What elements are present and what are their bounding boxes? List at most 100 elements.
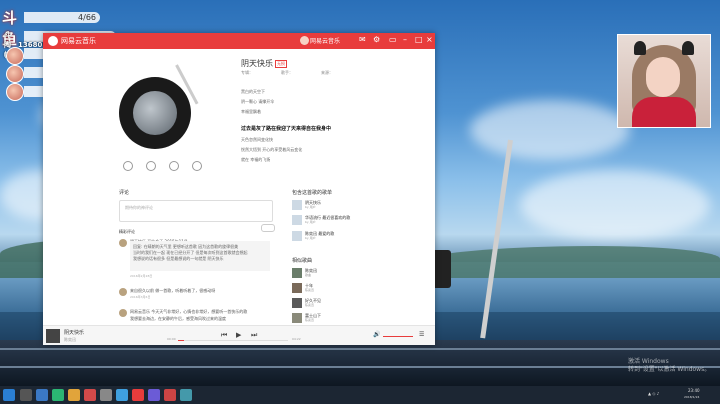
prev-icon[interactable]: ⏮ — [221, 331, 227, 340]
comment-input[interactable]: 期待你的神评论 — [119, 200, 273, 222]
cloud — [470, 100, 630, 160]
now-playing-title: 阴天快乐 — [64, 330, 85, 336]
album-art — [133, 91, 177, 135]
song-thumb — [292, 313, 302, 323]
playlist-thumb — [292, 231, 302, 241]
lyric-line: 就在 幸福的飞扬 — [241, 157, 271, 162]
collect-icon[interactable] — [146, 161, 156, 171]
song-thumb — [292, 268, 302, 278]
comments-title: 评论 — [119, 190, 130, 196]
playlist-item[interactable]: 华语流行 最近很喜欢的歌 by 用户 — [292, 215, 392, 225]
commenter-avatar[interactable] — [119, 309, 127, 317]
play-icon[interactable]: ▶ — [236, 331, 241, 339]
avatar — [6, 47, 24, 65]
singer-label: 歌手： — [281, 70, 293, 75]
app-icon[interactable] — [100, 389, 112, 401]
similar-songs-title: 相似歌曲 — [292, 258, 313, 264]
app-icon[interactable] — [164, 389, 176, 401]
song-item[interactable]: 好久不见 陈奕迅 — [292, 298, 392, 308]
app-icon[interactable] — [180, 389, 192, 401]
song-thumb — [292, 283, 302, 293]
close-icon[interactable]: × — [426, 35, 433, 44]
avatar — [6, 65, 24, 83]
quality-badge: 无损 — [275, 60, 287, 68]
song-title: 阴天快乐 — [241, 59, 273, 68]
commenter-avatar[interactable] — [119, 239, 127, 247]
player-bar[interactable]: 阴天快乐 陈奕迅 ⏮ ▶ ⏭ 00:00 04:22 🔊 ☰ — [43, 325, 435, 345]
webcam-view — [617, 34, 711, 128]
time-current: 00:00 — [167, 337, 176, 341]
commenter-avatar[interactable] — [119, 288, 127, 296]
activation-watermark: 激活 Windows 转到"设置"以激活 Windows。 — [628, 358, 710, 374]
hot-comments-title: 精彩评论 — [119, 229, 135, 234]
playlist-thumb — [292, 200, 302, 210]
comment-placeholder: 期待你的神评论 — [125, 205, 153, 210]
playlist-item[interactable]: 阴天快乐 by 用户 — [292, 200, 392, 210]
song-item[interactable]: 富士山下 陈奕迅 — [292, 313, 392, 323]
settings-icon[interactable]: ⚙ — [373, 35, 380, 44]
maximize-icon[interactable]: □ — [415, 35, 423, 44]
app-icon[interactable] — [116, 389, 128, 401]
clock-date[interactable]: 2018/1/24 — [684, 395, 699, 399]
playlist-icon[interactable]: ☰ — [419, 331, 424, 338]
now-playing-artist: 陈奕迅 — [64, 337, 76, 342]
tray-icons[interactable]: ▲ ◇ ♪ — [648, 391, 659, 396]
app-icon[interactable] — [52, 389, 64, 401]
share-icon[interactable] — [192, 161, 202, 171]
vinyl-disc — [119, 77, 191, 149]
download-icon[interactable] — [169, 161, 179, 171]
comment-text: 我想要去海边，在安静的午后，感受海风吹过来的温度 — [130, 316, 226, 321]
music-player-window[interactable]: 网易云音乐 网易云音乐 ✉ ⚙ ▭ – □ × 阴天快乐 无损 专辑： 歌手： … — [43, 33, 435, 345]
app-title: 网易云音乐 — [61, 37, 96, 45]
quoted-reply: 回复: 在晴朗的天气里 更想听这首歌 因为这首歌的旋律很美 当时的我们在一起 现… — [130, 241, 270, 271]
similar-playlists-title: 包含这首歌的歌单 — [292, 190, 333, 196]
now-playing-thumb[interactable] — [46, 329, 60, 343]
minimize-icon[interactable]: – — [403, 35, 407, 44]
music-app-icon[interactable] — [132, 389, 144, 401]
song-sub: 陈奕迅 — [305, 303, 315, 307]
railway — [0, 340, 720, 386]
mini-mode-icon[interactable]: ▭ — [389, 35, 397, 44]
app-icon[interactable] — [36, 389, 48, 401]
song-item[interactable]: 十年 陈奕迅 — [292, 283, 392, 293]
app-icon[interactable] — [68, 389, 80, 401]
watermark-line1: 激活 Windows — [628, 358, 669, 365]
hills — [410, 246, 720, 278]
start-icon[interactable] — [3, 389, 15, 401]
next-icon[interactable]: ⏭ — [251, 331, 257, 340]
quote-line: 回复: 在晴朗的天气里 更想听这首歌 因为这首歌的旋律很美 — [133, 244, 239, 249]
user-name[interactable]: 网易云音乐 — [310, 36, 340, 45]
comment-text: 网易云音乐 今天天气非常好，心情也非常好，想要听一首快乐的歌 — [130, 309, 248, 314]
like-icon[interactable] — [123, 161, 133, 171]
song-item[interactable]: 陈奕迅 歌曲 — [292, 268, 392, 278]
lyric-line: 天色忽然间变化快 — [241, 137, 273, 142]
playlist-item[interactable]: 陈奕迅 最爱的歌 by 用户 — [292, 231, 392, 241]
progress-bar[interactable] — [178, 340, 288, 341]
rail-line — [0, 366, 720, 368]
lyric-line: 黑白的天空下 — [241, 89, 265, 94]
time-total: 04:22 — [292, 337, 301, 341]
submit-comment-button[interactable] — [261, 224, 275, 232]
taskbar[interactable]: ▲ ◇ ♪ 23:40 2018/1/24 — [0, 386, 720, 404]
progress-fill — [178, 340, 184, 341]
overlay-row: 4/66 — [24, 12, 100, 23]
volume-icon[interactable]: 🔊 — [373, 331, 380, 338]
volume-slider[interactable] — [383, 336, 413, 337]
comment-date: 2016年2月28日 — [130, 274, 153, 278]
cat-ear — [634, 41, 646, 55]
lyric-line: 恍然大悟到 开心的享受着风云变化 — [241, 147, 303, 152]
cat-ear — [682, 41, 694, 55]
mail-icon[interactable]: ✉ — [359, 35, 366, 44]
quote-line: 我想说的话有很多 但是最想说的一句就是 阴天快乐 — [133, 256, 224, 261]
search-icon[interactable] — [20, 389, 32, 401]
title-bar[interactable]: 网易云音乐 网易云音乐 ✉ ⚙ ▭ – □ × — [43, 33, 435, 49]
app-logo-icon — [48, 36, 58, 46]
playlist-sub: by 用户 — [305, 205, 316, 209]
clock-time[interactable]: 23:40 — [688, 388, 700, 393]
app-icon[interactable] — [84, 389, 96, 401]
app-icon[interactable] — [148, 389, 160, 401]
avatar — [6, 83, 24, 101]
song-sub: 陈奕迅 — [305, 288, 315, 292]
webcam-face — [646, 57, 680, 97]
user-avatar[interactable] — [300, 36, 309, 45]
